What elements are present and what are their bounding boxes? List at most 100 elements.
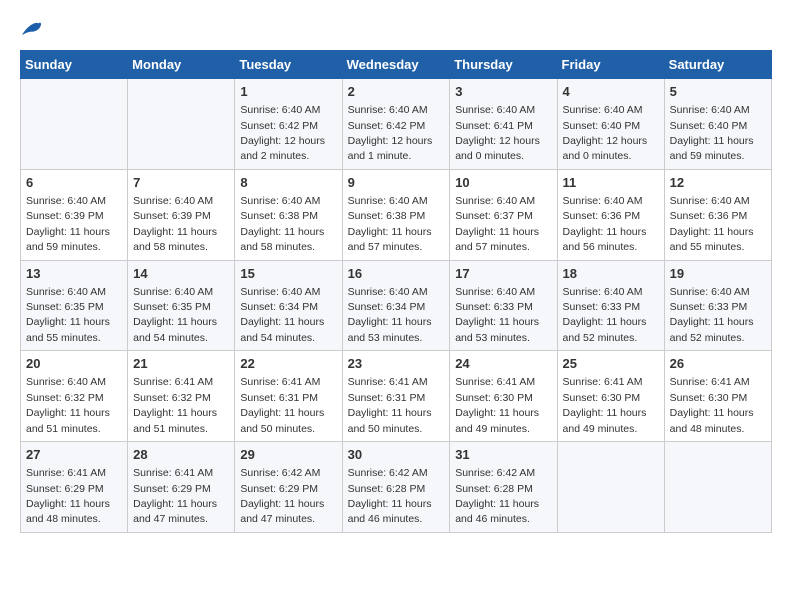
calendar-cell: 12 Sunrise: 6:40 AM Sunset: 6:36 PM Dayli… [664, 169, 771, 260]
day-of-week-monday: Monday [128, 51, 235, 79]
day-number: 31 [455, 446, 551, 464]
day-number: 13 [26, 265, 122, 283]
page-header [20, 20, 772, 40]
day-info: Sunrise: 6:40 AM Sunset: 6:33 PM Dayligh… [563, 286, 647, 344]
calendar-cell [557, 442, 664, 533]
day-info: Sunrise: 6:40 AM Sunset: 6:41 PM Dayligh… [455, 104, 540, 162]
day-info: Sunrise: 6:40 AM Sunset: 6:36 PM Dayligh… [670, 195, 754, 253]
day-info: Sunrise: 6:41 AM Sunset: 6:32 PM Dayligh… [133, 376, 217, 434]
day-number: 17 [455, 265, 551, 283]
day-info: Sunrise: 6:40 AM Sunset: 6:35 PM Dayligh… [26, 286, 110, 344]
day-number: 28 [133, 446, 229, 464]
calendar-cell: 1Sunrise: 6:40 AM Sunset: 6:42 PM Daylig… [235, 79, 342, 170]
day-number: 5 [670, 83, 766, 101]
logo-bird-icon [22, 20, 42, 40]
day-number: 10 [455, 174, 551, 192]
day-number: 12 [670, 174, 766, 192]
calendar-table: SundayMondayTuesdayWednesdayThursdayFrid… [20, 50, 772, 533]
calendar-cell: 2 Sunrise: 6:40 AM Sunset: 6:42 PM Daylig… [342, 79, 450, 170]
day-number: 27 [26, 446, 122, 464]
week-row-3: 13 Sunrise: 6:40 AM Sunset: 6:35 PM Dayli… [21, 260, 772, 351]
calendar-cell: 10Sunrise: 6:40 AM Sunset: 6:37 PM Dayli… [450, 169, 557, 260]
day-number: 19 [670, 265, 766, 283]
calendar-cell: 24 Sunrise: 6:41 AM Sunset: 6:30 PM Dayli… [450, 351, 557, 442]
calendar-cell: 14Sunrise: 6:40 AM Sunset: 6:35 PM Dayli… [128, 260, 235, 351]
day-of-week-wednesday: Wednesday [342, 51, 450, 79]
day-info: Sunrise: 6:41 AM Sunset: 6:30 PM Dayligh… [455, 376, 539, 434]
day-info: Sunrise: 6:40 AM Sunset: 6:38 PM Dayligh… [240, 195, 324, 253]
calendar-cell [128, 79, 235, 170]
calendar-cell: 16Sunrise: 6:40 AM Sunset: 6:34 PM Dayli… [342, 260, 450, 351]
day-info: Sunrise: 6:41 AM Sunset: 6:31 PM Dayligh… [348, 376, 432, 434]
day-number: 29 [240, 446, 336, 464]
day-info: Sunrise: 6:40 AM Sunset: 6:40 PM Dayligh… [563, 104, 648, 162]
day-info: Sunrise: 6:40 AM Sunset: 6:36 PM Dayligh… [563, 195, 647, 253]
day-number: 14 [133, 265, 229, 283]
calendar-cell: 17 Sunrise: 6:40 AM Sunset: 6:33 PM Dayli… [450, 260, 557, 351]
day-number: 4 [563, 83, 659, 101]
calendar-cell: 22Sunrise: 6:41 AM Sunset: 6:31 PM Dayli… [235, 351, 342, 442]
week-row-5: 27 Sunrise: 6:41 AM Sunset: 6:29 PM Dayli… [21, 442, 772, 533]
day-of-week-saturday: Saturday [664, 51, 771, 79]
day-info: Sunrise: 6:41 AM Sunset: 6:30 PM Dayligh… [670, 376, 754, 434]
day-number: 16 [348, 265, 445, 283]
day-of-week-sunday: Sunday [21, 51, 128, 79]
day-of-week-thursday: Thursday [450, 51, 557, 79]
calendar-cell [664, 442, 771, 533]
calendar-cell: 29 Sunrise: 6:42 AM Sunset: 6:29 PM Dayli… [235, 442, 342, 533]
calendar-cell: 20 Sunrise: 6:40 AM Sunset: 6:32 PM Dayli… [21, 351, 128, 442]
day-info: Sunrise: 6:40 AM Sunset: 6:33 PM Dayligh… [455, 286, 539, 344]
day-number: 21 [133, 355, 229, 373]
day-info: Sunrise: 6:41 AM Sunset: 6:29 PM Dayligh… [133, 467, 217, 525]
calendar-cell: 28 Sunrise: 6:41 AM Sunset: 6:29 PM Dayli… [128, 442, 235, 533]
calendar-cell: 27 Sunrise: 6:41 AM Sunset: 6:29 PM Dayli… [21, 442, 128, 533]
calendar-cell: 21 Sunrise: 6:41 AM Sunset: 6:32 PM Dayli… [128, 351, 235, 442]
day-info: Sunrise: 6:40 AM Sunset: 6:38 PM Dayligh… [348, 195, 432, 253]
day-number: 26 [670, 355, 766, 373]
day-info: Sunrise: 6:42 AM Sunset: 6:28 PM Dayligh… [348, 467, 432, 525]
day-info: Sunrise: 6:40 AM Sunset: 6:42 PM Dayligh… [348, 104, 433, 162]
day-number: 15 [240, 265, 336, 283]
calendar-cell: 25Sunrise: 6:41 AM Sunset: 6:30 PM Dayli… [557, 351, 664, 442]
day-info: Sunrise: 6:40 AM Sunset: 6:39 PM Dayligh… [133, 195, 217, 253]
day-number: 22 [240, 355, 336, 373]
day-number: 2 [348, 83, 445, 101]
day-number: 9 [348, 174, 445, 192]
calendar-cell: 19 Sunrise: 6:40 AM Sunset: 6:33 PM Dayli… [664, 260, 771, 351]
calendar-cell: 4 Sunrise: 6:40 AM Sunset: 6:40 PM Daylig… [557, 79, 664, 170]
calendar-cell: 13 Sunrise: 6:40 AM Sunset: 6:35 PM Dayli… [21, 260, 128, 351]
day-number: 20 [26, 355, 122, 373]
logo [20, 20, 42, 40]
day-number: 18 [563, 265, 659, 283]
day-number: 30 [348, 446, 445, 464]
day-info: Sunrise: 6:42 AM Sunset: 6:29 PM Dayligh… [240, 467, 324, 525]
calendar-cell: 9 Sunrise: 6:40 AM Sunset: 6:38 PM Daylig… [342, 169, 450, 260]
calendar-cell: 18 Sunrise: 6:40 AM Sunset: 6:33 PM Dayli… [557, 260, 664, 351]
calendar-cell: 26 Sunrise: 6:41 AM Sunset: 6:30 PM Dayli… [664, 351, 771, 442]
day-of-week-tuesday: Tuesday [235, 51, 342, 79]
day-number: 7 [133, 174, 229, 192]
day-number: 3 [455, 83, 551, 101]
day-number: 1 [240, 83, 336, 101]
calendar-cell: 23Sunrise: 6:41 AM Sunset: 6:31 PM Dayli… [342, 351, 450, 442]
day-number: 11 [563, 174, 659, 192]
calendar-cell: 15 Sunrise: 6:40 AM Sunset: 6:34 PM Dayli… [235, 260, 342, 351]
day-info: Sunrise: 6:42 AM Sunset: 6:28 PM Dayligh… [455, 467, 539, 525]
day-info: Sunrise: 6:41 AM Sunset: 6:29 PM Dayligh… [26, 467, 110, 525]
day-info: Sunrise: 6:40 AM Sunset: 6:40 PM Dayligh… [670, 104, 754, 162]
calendar-body: 1 Sunrise: 6:40 AM Sunset: 6:42 PM Daylig… [21, 79, 772, 533]
week-row-2: 6 Sunrise: 6:40 AM Sunset: 6:39 PM Daylig… [21, 169, 772, 260]
calendar-cell [21, 79, 128, 170]
day-info: Sunrise: 6:40 AM Sunset: 6:34 PM Dayligh… [240, 286, 324, 344]
day-number: 6 [26, 174, 122, 192]
day-info: Sunrise: 6:40 AM Sunset: 6:33 PM Dayligh… [670, 286, 754, 344]
calendar-cell: 3 Sunrise: 6:40 AM Sunset: 6:41 PM Daylig… [450, 79, 557, 170]
days-of-week-header: SundayMondayTuesdayWednesdayThursdayFrid… [21, 51, 772, 79]
day-of-week-friday: Friday [557, 51, 664, 79]
calendar-cell: 7 Sunrise: 6:40 AM Sunset: 6:39 PM Daylig… [128, 169, 235, 260]
day-info: Sunrise: 6:40 AM Sunset: 6:32 PM Dayligh… [26, 376, 110, 434]
day-number: 24 [455, 355, 551, 373]
day-info: Sunrise: 6:41 AM Sunset: 6:30 PM Dayligh… [563, 376, 647, 434]
calendar-cell: 6Sunrise: 6:40 AM Sunset: 6:39 PM Daylig… [21, 169, 128, 260]
calendar-cell: 8Sunrise: 6:40 AM Sunset: 6:38 PM Daylig… [235, 169, 342, 260]
